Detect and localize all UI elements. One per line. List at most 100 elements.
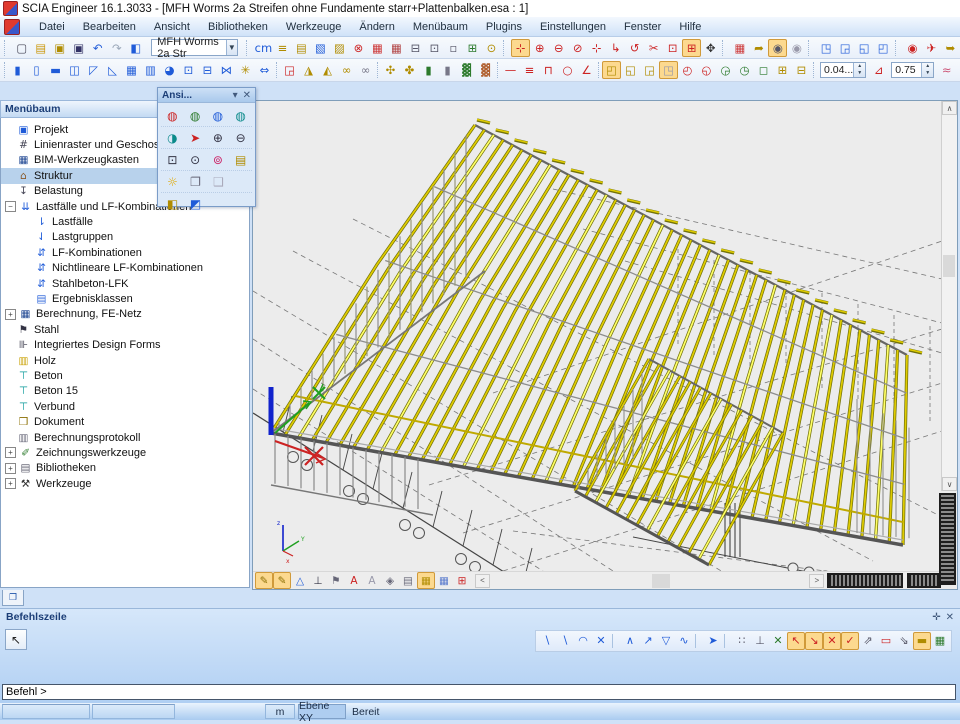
view-side-icon[interactable]: ◍ — [207, 106, 230, 125]
tree-item-verbund[interactable]: ⊤Verbund — [1, 399, 249, 414]
tree-item-berechnungsprotokoll[interactable]: ▥Berechnungsprotokoll — [1, 430, 249, 445]
line-grid-icon[interactable]: ⊟ — [792, 61, 811, 79]
plate-icon[interactable]: ▦ — [122, 61, 141, 79]
names-icon[interactable]: A — [345, 572, 363, 589]
opening-icon[interactable]: ⊡ — [179, 61, 198, 79]
names-off-icon[interactable]: A — [363, 572, 381, 589]
table-results-icon[interactable]: ▦ — [368, 39, 387, 57]
zoom-out-icon[interactable]: ⊖ — [229, 128, 252, 147]
units-icon[interactable]: cm — [254, 39, 273, 57]
toolbar-grip[interactable] — [722, 40, 727, 56]
intersection-icon[interactable]: ⋈ — [217, 61, 236, 79]
tree-item-lf-kombinationen[interactable]: ⇵LF-Kombinationen — [1, 245, 249, 260]
weld-icon[interactable]: ✣ — [381, 61, 400, 79]
horizontal-scrollbar[interactable] — [494, 573, 809, 589]
member-beam-icon[interactable]: ▬ — [46, 61, 65, 79]
tree-item-beton-15[interactable]: ⊤Beton 15 — [1, 384, 249, 399]
view-front-icon[interactable]: ◍ — [184, 106, 207, 125]
tree-item-lastfälle[interactable]: ⇂Lastfälle — [1, 214, 249, 229]
circle-icon[interactable]: ○ — [558, 61, 577, 79]
menu-item-einstellungen[interactable]: Einstellungen — [531, 19, 615, 35]
close-icon[interactable]: ✕ — [946, 612, 954, 623]
tree-item-stahl[interactable]: ⚑Stahl — [1, 322, 249, 337]
chevron-down-icon[interactable]: ▼ — [226, 40, 237, 55]
spinner-buttons[interactable]: ▲▼ — [853, 63, 865, 77]
snap-ortho-icon[interactable]: ⊥ — [751, 632, 769, 650]
scrollbar-track[interactable] — [942, 115, 957, 477]
snap-green-icon[interactable]: ✕ — [769, 632, 787, 650]
collapse-icon[interactable]: − — [5, 201, 16, 212]
visibility-67-icon[interactable]: ◉ — [768, 39, 787, 57]
table-composer-icon[interactable]: ➦ — [749, 39, 768, 57]
wall-concrete-icon[interactable]: ▓ — [457, 61, 476, 79]
snap-curve-icon[interactable]: ∿ — [675, 632, 693, 650]
cursor-snap-icon[interactable]: ➤ — [704, 632, 722, 650]
menu-item-plugins[interactable]: Plugins — [477, 19, 531, 35]
member-arbitrary-icon[interactable]: ◺ — [103, 61, 122, 79]
tree-item-dokument[interactable]: ❒Dokument — [1, 414, 249, 429]
view-params-icon[interactable]: ❐ — [184, 172, 207, 191]
toolbar-grip[interactable] — [246, 40, 251, 56]
toolbar-grip[interactable] — [276, 62, 277, 78]
tree-item-nichtlineare-lf-kombinationen[interactable]: ⇵Nichtlineare LF-Kombinationen — [1, 261, 249, 276]
copy-picture-icon[interactable]: ◧ — [161, 194, 184, 213]
ucs-line-icon[interactable]: ◴ — [678, 61, 697, 79]
load-panel-icon[interactable]: ◲ — [280, 61, 299, 79]
snap-intersection-icon[interactable]: ✕ — [823, 632, 841, 650]
snap-midpoint-icon[interactable]: ↘ — [805, 632, 823, 650]
snap-orthopoint-icon[interactable]: ✓ — [841, 632, 859, 650]
curve-fineness-icon[interactable]: ≈ — [937, 61, 956, 79]
tree-item-werkzeuge[interactable]: +⚒Werkzeuge — [1, 476, 249, 491]
view-params-all-icon[interactable]: ❑ — [207, 172, 230, 191]
rectangle-icon[interactable]: ⊓ — [539, 61, 558, 79]
zoom-selection-icon[interactable]: ⊚ — [207, 150, 230, 169]
toolbar-grip[interactable] — [895, 40, 900, 56]
perspective-icon[interactable]: ✎ — [255, 572, 273, 589]
wall-brick-icon[interactable]: ▓ — [476, 61, 495, 79]
app-menu-icon[interactable] — [4, 19, 20, 35]
toolbar-grip[interactable] — [4, 62, 5, 78]
toolbar-grip[interactable] — [598, 62, 599, 78]
save-all-icon[interactable]: ▣ — [50, 39, 69, 57]
model-viewport[interactable]: zYx ∧ ∨ ✎✎△⊥⚑AA◈▤▦▦⊞ < > — [252, 100, 958, 590]
print-icon[interactable]: ⊟ — [406, 39, 425, 57]
select-filter-icon[interactable]: ⊡ — [663, 39, 682, 57]
select-workplane-icon[interactable]: ⊞ — [682, 39, 701, 57]
chevron-down-icon[interactable]: ▾ — [233, 90, 238, 101]
palette-header[interactable]: Ansi... ▾ ✕ — [158, 88, 255, 103]
light-icon[interactable]: ☼ — [161, 172, 184, 191]
volumes-icon[interactable]: ▤ — [399, 572, 417, 589]
expand-icon[interactable]: + — [5, 478, 16, 489]
calculator-icon[interactable]: ▦ — [931, 632, 949, 650]
polyline-icon[interactable]: ≡ — [520, 61, 539, 79]
snap-step-spinner[interactable]: 0.04... ▲▼ — [820, 62, 866, 78]
tree-item-berechnung-fe-netz[interactable]: +▦Berechnung, FE-Netz — [1, 307, 249, 322]
multicopy-icon[interactable]: ∞ — [356, 61, 375, 79]
zoom-in-icon[interactable]: ⊕ — [207, 128, 230, 147]
scroll-down-icon[interactable]: ∨ — [942, 477, 957, 491]
ucs-3p-icon[interactable]: ◳ — [659, 61, 678, 79]
expand-icon[interactable]: + — [5, 309, 16, 320]
load-display-icon[interactable]: ⊥ — [309, 572, 327, 589]
select-add-icon[interactable]: ⊕ — [530, 39, 549, 57]
spinner-buttons[interactable]: ▲▼ — [921, 63, 933, 77]
undo-icon[interactable]: ↶ — [88, 39, 107, 57]
menu-item-fenster[interactable]: Fenster — [615, 19, 670, 35]
toolbar-scroll-left-icon[interactable]: < — [475, 574, 490, 588]
project-manager-icon[interactable]: ◧ — [126, 39, 145, 57]
pointer-tool-icon[interactable]: ↖ — [5, 629, 27, 650]
tree-item-holz[interactable]: ▥Holz — [1, 353, 249, 368]
menu-item-ansicht[interactable]: Ansicht — [145, 19, 199, 35]
move-ucs-icon[interactable]: ✥ — [701, 39, 720, 57]
tree-item-integriertes-design-forms[interactable]: ⊪Integriertes Design Forms — [1, 337, 249, 352]
wall-icon[interactable]: ▥ — [141, 61, 160, 79]
export-icon[interactable]: ➥ — [941, 39, 960, 57]
snap-arc2-icon[interactable]: ⇘ — [895, 632, 913, 650]
duplicate-icon[interactable]: ∞ — [337, 61, 356, 79]
workplane-icon[interactable]: ◻ — [754, 61, 773, 79]
wireframe-icon[interactable]: ◩ — [184, 194, 207, 213]
expand-icon[interactable]: + — [5, 447, 16, 458]
tree-item-stahlbeton-lfk[interactable]: ⇵Stahlbeton-LFK — [1, 276, 249, 291]
snap-vector-icon[interactable]: ↗ — [639, 632, 657, 650]
numbering-icon[interactable]: ⊞ — [453, 572, 471, 589]
